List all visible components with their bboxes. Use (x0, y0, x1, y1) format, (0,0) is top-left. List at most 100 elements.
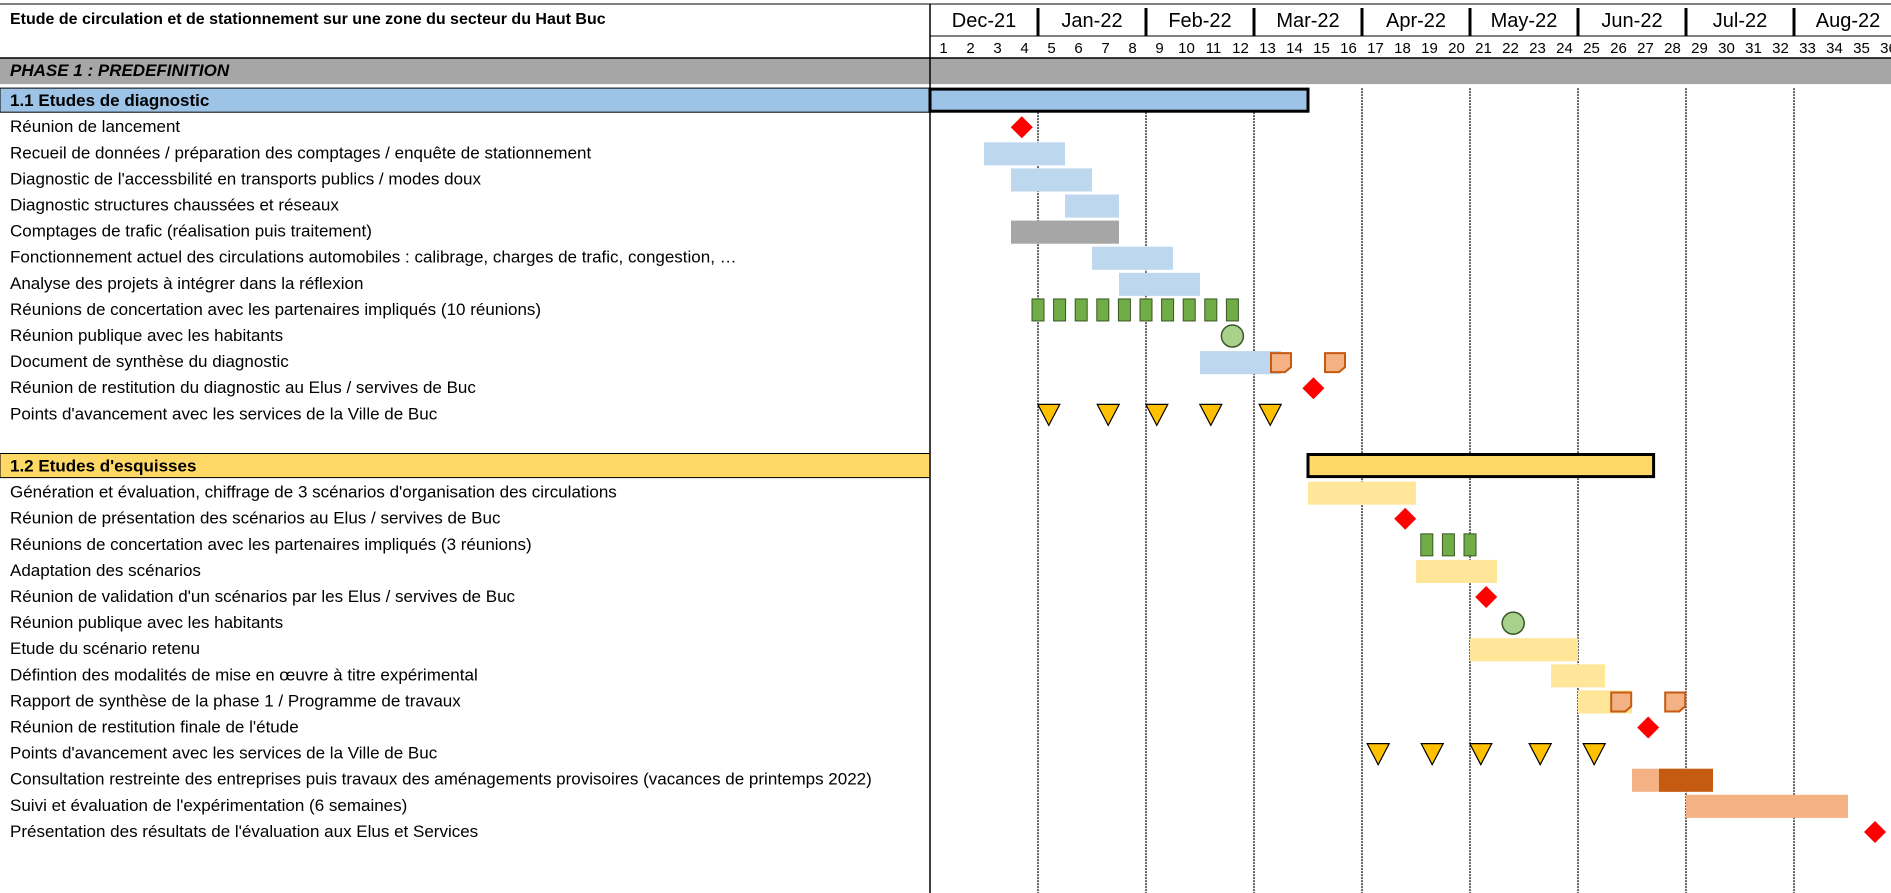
task-bar (1470, 638, 1578, 662)
section-label: 1.1 Etudes de diagnostic (10, 91, 209, 110)
task-label: Réunion de présentation des scénarios au… (10, 509, 501, 528)
task-label: Analyse des projets à intégrer dans la r… (10, 274, 363, 293)
week-number: 12 (1232, 40, 1249, 57)
concertation-meeting-rect (1463, 533, 1477, 557)
week-number: 22 (1502, 40, 1519, 57)
progress-point-triangle (1258, 403, 1283, 427)
task-label: Adaptation des scénarios (10, 561, 201, 580)
task-label: Réunion publique avec les habitants (10, 613, 283, 632)
week-number: 16 (1340, 40, 1357, 57)
week-number: 19 (1421, 40, 1438, 57)
week-number: 23 (1529, 40, 1546, 57)
task-bar (1686, 794, 1848, 818)
milestone-diamond (1475, 586, 1498, 609)
summary-bar (928, 87, 1310, 113)
week-number: 6 (1074, 40, 1082, 57)
month-label: Feb-22 (1168, 10, 1231, 32)
task-bar (984, 142, 1065, 166)
progress-point-triangle (1198, 403, 1223, 427)
document-icon (1324, 352, 1346, 374)
task-label: Réunions de concertation avec les parten… (10, 300, 541, 319)
document-icon (1664, 691, 1687, 713)
summary-bar (1306, 453, 1656, 479)
concertation-meeting-rect (1096, 298, 1110, 322)
milestone-diamond (1394, 507, 1417, 530)
task-label: Consultation restreinte des entreprises … (10, 770, 872, 789)
week-number: 20 (1448, 40, 1465, 57)
task-label: Réunion publique avec les habitants (10, 326, 283, 345)
task-label: Génération et évaluation, chiffrage de 3… (10, 483, 617, 502)
task-label: Fonctionnement actuel des circulations a… (10, 248, 737, 267)
week-number: 15 (1313, 40, 1330, 57)
section-label: 1.2 Etudes d'esquisses (10, 457, 196, 476)
week-number: 17 (1367, 40, 1384, 57)
progress-point-triangle (1468, 743, 1493, 766)
concertation-meeting-rect (1031, 298, 1045, 322)
week-number: 13 (1259, 40, 1276, 57)
month-label: Jun-22 (1601, 10, 1662, 32)
task-bar (1092, 246, 1173, 270)
task-bar (1551, 664, 1605, 688)
document-icon (1610, 691, 1633, 713)
task-label: Réunions de concertation avec les parten… (10, 535, 532, 554)
week-number: 3 (993, 40, 1001, 57)
concertation-meeting-rect (1074, 298, 1088, 322)
concertation-meeting-rect (1139, 298, 1153, 322)
task-label: Diagnostic structures chaussées et résea… (10, 196, 339, 215)
month-label: Jan-22 (1061, 10, 1122, 32)
concertation-meeting-rect (1225, 298, 1239, 322)
task-bar (1200, 351, 1281, 375)
concertation-meeting-rect (1182, 298, 1196, 322)
progress-point-triangle (1582, 743, 1607, 766)
progress-point-triangle (1096, 403, 1121, 427)
week-number: 10 (1178, 40, 1195, 57)
progress-point-triangle (1144, 403, 1169, 427)
milestone-diamond (1010, 116, 1033, 139)
gantt-chart: Etude de circulation et de stationnement… (0, 0, 1891, 893)
month-label: Jul-22 (1713, 10, 1767, 32)
week-number: 2 (966, 40, 974, 57)
month-label: Aug-22 (1816, 10, 1881, 32)
task-label: Comptages de trafic (réalisation puis tr… (10, 222, 372, 241)
week-number: 24 (1556, 40, 1573, 57)
week-number: 18 (1394, 40, 1411, 57)
progress-point-triangle (1528, 743, 1553, 766)
concertation-meeting-rect (1117, 298, 1131, 322)
week-number: 35 (1853, 40, 1870, 57)
week-number: 1 (939, 40, 947, 57)
task-label: Points d'avancement avec les services de… (10, 404, 438, 423)
concertation-meeting-rect (1161, 298, 1175, 322)
milestone-diamond (1637, 716, 1660, 739)
week-number: 33 (1799, 40, 1816, 57)
week-number: 36 (1880, 40, 1891, 57)
task-label: Etude du scénario retenu (10, 639, 200, 658)
week-number: 11 (1206, 40, 1222, 57)
week-number: 4 (1020, 40, 1028, 57)
progress-point-triangle (1036, 403, 1061, 427)
month-label: May-22 (1491, 10, 1558, 32)
concertation-meeting-rect (1053, 298, 1067, 322)
week-number: 34 (1826, 40, 1843, 57)
week-number: 5 (1047, 40, 1055, 57)
public-meeting-circle (1220, 324, 1245, 348)
task-label: Diagnostic de l'accessbilité en transpor… (10, 169, 481, 188)
task-label: Réunion de lancement (10, 117, 180, 136)
public-meeting-circle (1501, 611, 1525, 635)
concertation-meeting-rect (1441, 533, 1455, 557)
month-label: Dec-21 (952, 10, 1016, 32)
week-number: 9 (1155, 40, 1163, 57)
task-label: Points d'avancement avec les services de… (10, 744, 438, 763)
week-number: 29 (1691, 40, 1708, 57)
milestone-diamond (1302, 377, 1325, 400)
month-label: Apr-22 (1386, 10, 1446, 32)
week-number: 26 (1610, 40, 1627, 57)
phase-band (0, 58, 1891, 85)
week-number: 31 (1745, 40, 1762, 57)
task-bar (1416, 559, 1497, 583)
task-label: Présentation des résultats de l'évaluati… (10, 822, 478, 841)
task-bar (1011, 220, 1119, 244)
document-icon (1270, 352, 1292, 374)
week-number: 14 (1286, 40, 1303, 57)
month-label: Mar-22 (1276, 10, 1339, 32)
task-label: Défintion des modalités de mise en œuvre… (10, 665, 478, 684)
